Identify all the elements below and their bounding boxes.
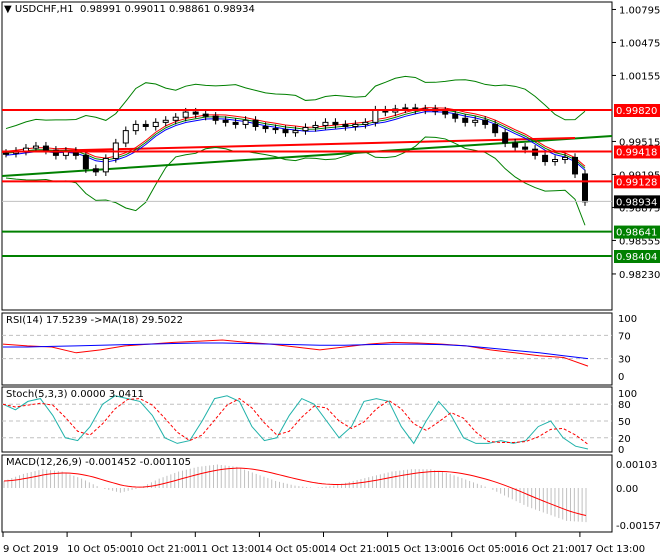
candle-body bbox=[562, 156, 569, 160]
time-tick-label: 14 Oct 21:00 bbox=[324, 544, 389, 555]
symbol-label: USDCHF,H1 bbox=[14, 4, 74, 15]
candle-body bbox=[132, 123, 139, 132]
stoch-tick-label: 0 bbox=[618, 445, 624, 456]
stoch-tick-label: 100 bbox=[618, 389, 637, 400]
macd-title: MACD(12,26,9) -0.001452 -0.001105 bbox=[6, 457, 191, 468]
current-level-label: 0.98934 bbox=[616, 197, 657, 208]
macd-tick-label: -0.001571 bbox=[616, 521, 660, 532]
candle-body bbox=[582, 173, 588, 203]
time-tick-label: 9 Oct 2019 bbox=[3, 544, 58, 555]
support-level-label: 0.98641 bbox=[616, 228, 657, 239]
stoch-tick-label: 20 bbox=[618, 434, 631, 445]
macd-tick-label: 0.00103 bbox=[616, 460, 657, 471]
collapse-triangle-icon[interactable]: ▼ bbox=[4, 4, 12, 15]
candle-body bbox=[252, 119, 259, 127]
candle-body bbox=[482, 119, 489, 125]
candle-body bbox=[512, 142, 519, 148]
candle-body bbox=[322, 121, 329, 126]
candle-body bbox=[502, 132, 509, 144]
candle-body bbox=[232, 121, 239, 125]
price-tick-label: 1.00155 bbox=[619, 71, 660, 82]
candle-body bbox=[372, 109, 379, 123]
rsi-tick-label: 70 bbox=[618, 331, 631, 342]
time-tick-label: 17 Oct 13:00 bbox=[580, 544, 645, 555]
candle-body bbox=[522, 146, 529, 150]
candle-body bbox=[302, 127, 309, 132]
candle-body bbox=[452, 113, 459, 119]
candle-body bbox=[222, 119, 229, 123]
candle-body bbox=[342, 123, 349, 127]
resistance-level-label: 0.99820 bbox=[616, 106, 657, 117]
candle-body bbox=[462, 117, 469, 123]
chart-canvas[interactable]: 1.007951.004751.001550.995150.991950.988… bbox=[0, 0, 660, 560]
price-tick-label: 1.00475 bbox=[619, 38, 660, 49]
candle-body bbox=[212, 115, 219, 121]
stoch-tick-label: 80 bbox=[618, 400, 631, 411]
time-tick-label: 16 Oct 21:00 bbox=[516, 544, 581, 555]
candle-body bbox=[32, 145, 39, 149]
candle-body bbox=[542, 154, 549, 163]
candle-body bbox=[332, 121, 339, 125]
candle-body bbox=[472, 119, 479, 123]
rsi-tick-label: 100 bbox=[618, 314, 637, 325]
macd-tick-label: 0.00 bbox=[616, 484, 638, 495]
rsi-tick-label: 0 bbox=[618, 372, 624, 383]
candle-body bbox=[552, 158, 559, 163]
time-tick-label: 14 Oct 05:00 bbox=[259, 544, 324, 555]
candle-body bbox=[3, 152, 9, 155]
candle-body bbox=[362, 121, 369, 125]
time-tick-label: 11 Oct 13:00 bbox=[195, 544, 260, 555]
resistance-level-label: 0.99418 bbox=[616, 147, 657, 158]
candle-body bbox=[442, 110, 449, 115]
candle-body bbox=[152, 121, 159, 127]
candle-body bbox=[122, 130, 129, 144]
time-tick-label: 16 Oct 05:00 bbox=[452, 544, 517, 555]
rsi-line bbox=[2, 339, 589, 367]
stoch-title: Stoch(5,3,3) 0.0000 3.0411 bbox=[6, 389, 144, 400]
price-tick-label: 1.00795 bbox=[619, 5, 660, 16]
candle-body bbox=[242, 119, 249, 125]
rsi-title: RSI(14) 17.5239 ->MA(18) 29.5022 bbox=[6, 315, 183, 326]
candle-body bbox=[492, 123, 499, 134]
candle-body bbox=[102, 157, 109, 173]
candle-body bbox=[42, 145, 49, 151]
candle-body bbox=[142, 123, 149, 127]
time-tick-label: 10 Oct 05:00 bbox=[67, 544, 132, 555]
candle-body bbox=[282, 129, 289, 134]
time-tick-label: 15 Oct 13:00 bbox=[388, 544, 453, 555]
candle-body bbox=[572, 156, 579, 175]
rsi-tick-label: 30 bbox=[618, 355, 631, 366]
resistance-level-label: 0.99128 bbox=[616, 177, 657, 188]
chart-header: ▼ USDCHF,H1 0.98991 0.99011 0.98861 0.98… bbox=[4, 4, 255, 15]
price-tick-label: 0.98230 bbox=[619, 270, 660, 281]
candle-body bbox=[202, 113, 209, 117]
macd-signal-line bbox=[3, 467, 587, 517]
support-level-label: 0.98404 bbox=[616, 252, 657, 263]
candle-body bbox=[172, 116, 179, 121]
candle-body bbox=[272, 128, 279, 131]
stoch-tick-label: 50 bbox=[618, 417, 631, 428]
trading-chart-window: 1.007951.004751.001550.995150.991950.988… bbox=[0, 0, 660, 560]
candle-body bbox=[312, 124, 319, 129]
candle-body bbox=[82, 154, 89, 170]
candle-body bbox=[162, 119, 169, 123]
candle-body bbox=[92, 168, 99, 173]
candle-body bbox=[182, 111, 189, 118]
candle-body bbox=[292, 130, 299, 134]
bollinger-upper bbox=[5, 75, 586, 130]
ohlc-values: 0.98991 0.99011 0.98861 0.98934 bbox=[79, 4, 255, 15]
candle-body bbox=[192, 111, 199, 115]
time-tick-label: 10 Oct 21:00 bbox=[131, 544, 196, 555]
candle-body bbox=[352, 123, 359, 127]
candle-body bbox=[402, 107, 409, 110]
candle-body bbox=[262, 125, 269, 130]
